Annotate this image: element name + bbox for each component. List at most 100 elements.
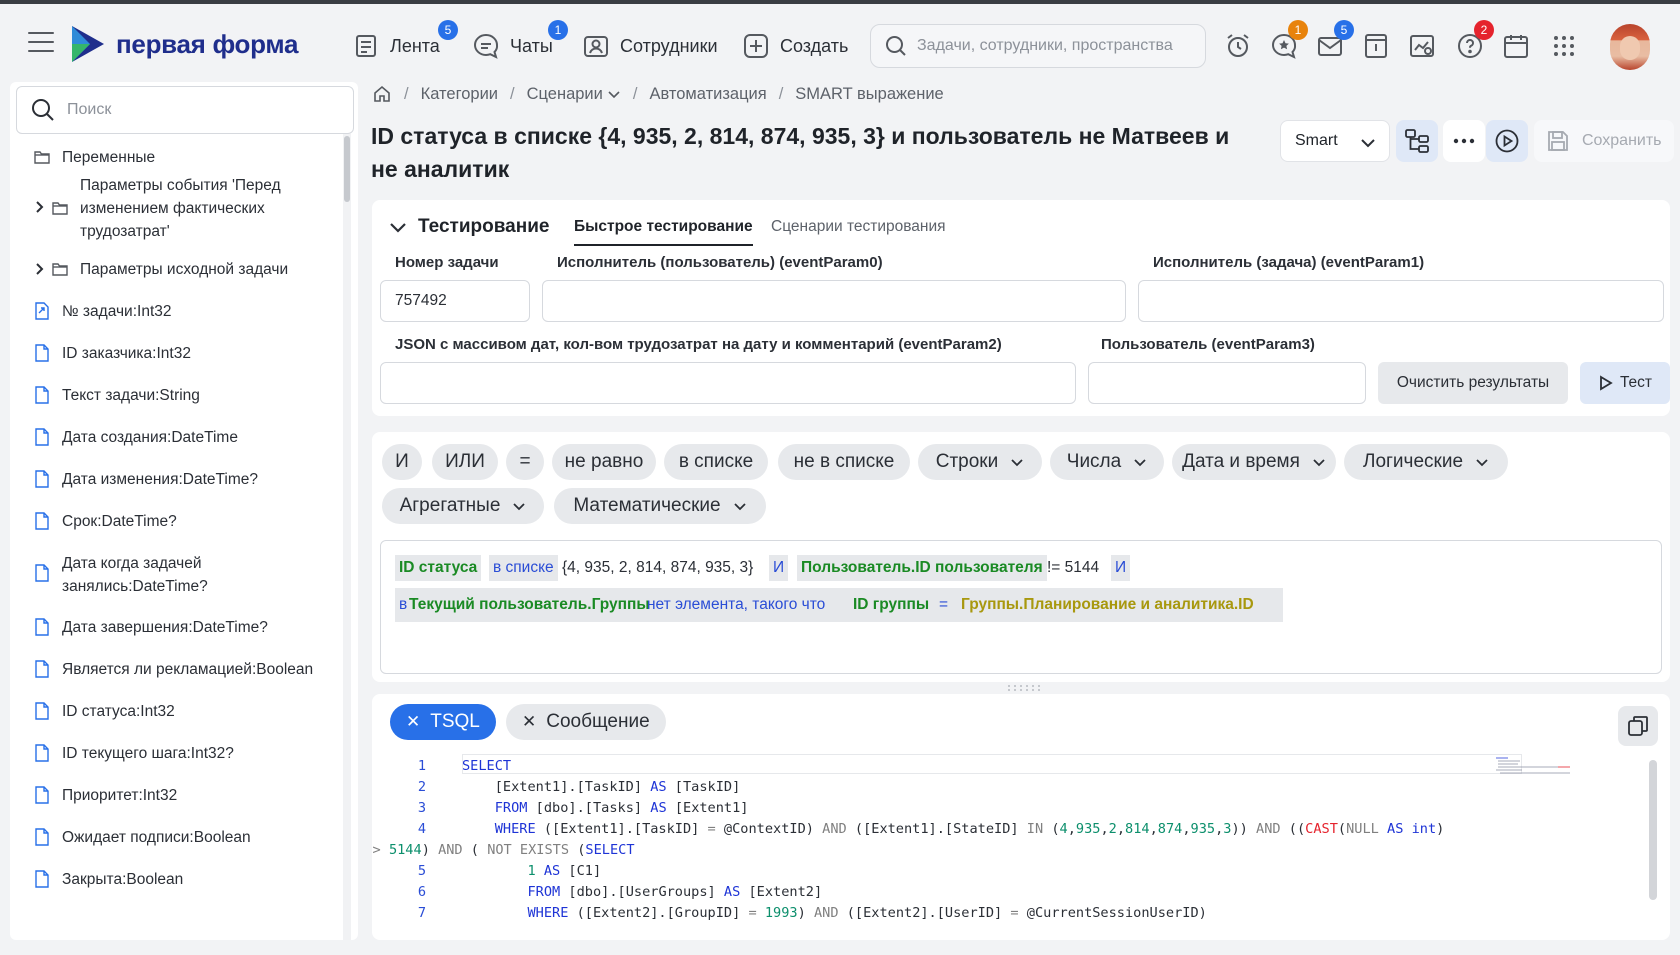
- chevron-right-icon[interactable]: [32, 262, 46, 276]
- tab-quick-testing[interactable]: Быстрое тестирование: [574, 218, 753, 246]
- sidebar-item-status-id[interactable]: ID статуса:Int32: [34, 700, 175, 723]
- json-param-input[interactable]: [380, 362, 1076, 404]
- user-param-input[interactable]: [1088, 362, 1366, 404]
- apps-grid-icon[interactable]: [1548, 30, 1580, 62]
- op-and[interactable]: И: [382, 444, 422, 480]
- op-aggregate-dropdown[interactable]: Агрегатные: [382, 488, 544, 524]
- sidebar-search-input[interactable]: [67, 101, 327, 119]
- sidebar-item-variables[interactable]: Переменные: [34, 146, 155, 169]
- save-button[interactable]: Сохранить: [1534, 120, 1674, 162]
- sidebar-item-priority[interactable]: Приоритет:Int32: [34, 784, 177, 807]
- mail-icon[interactable]: 5: [1314, 20, 1354, 62]
- sidebar-scrollbar[interactable]: [343, 134, 351, 940]
- expr-token-literal[interactable]: {4, 935, 2, 814, 874, 935, 3}: [562, 555, 753, 581]
- code-scrollbar[interactable]: [1646, 752, 1660, 940]
- document-icon: [35, 428, 49, 446]
- user-avatar[interactable]: [1610, 24, 1650, 70]
- op-in-list[interactable]: в списке: [664, 444, 768, 480]
- notice-icon[interactable]: [1360, 30, 1392, 62]
- alarm-clock-icon[interactable]: [1222, 30, 1254, 62]
- help-icon[interactable]: 2: [1454, 20, 1494, 62]
- chevron-down-icon[interactable]: [607, 87, 621, 101]
- sidebar-item-modified-date[interactable]: Дата изменения:DateTime?: [34, 468, 258, 491]
- op-equals[interactable]: =: [506, 444, 544, 480]
- expr-token-operator[interactable]: в списке: [489, 555, 558, 581]
- more-button[interactable]: [1443, 120, 1485, 162]
- sidebar-item-deadline[interactable]: Срок:DateTime?: [34, 510, 177, 533]
- expr-token-equals[interactable]: =: [935, 592, 952, 618]
- sidebar-item-source-task-params[interactable]: Параметры исходной задачи: [52, 258, 288, 281]
- expr-token-and[interactable]: И: [1111, 555, 1131, 581]
- sidebar-item-task-text[interactable]: Текст задачи:String: [34, 384, 200, 407]
- panel-resize-handle[interactable]: [1006, 684, 1044, 692]
- expr-token-operator[interactable]: нет элемента, такого что: [643, 592, 829, 618]
- run-button[interactable]: [1486, 120, 1528, 162]
- expression-input[interactable]: ID статуса в списке {4, 935, 2, 814, 874…: [380, 540, 1662, 674]
- breadcrumb-automation[interactable]: Автоматизация: [649, 85, 766, 104]
- code-minimap[interactable]: [1492, 756, 1612, 776]
- expr-token-group-ref[interactable]: Группы.Планирование и аналитика.ID: [957, 592, 1258, 618]
- op-numbers-dropdown[interactable]: Числа: [1050, 444, 1164, 480]
- folder-icon: [52, 263, 68, 276]
- calendar-icon[interactable]: [1500, 30, 1532, 62]
- sidebar-item-task-number[interactable]: № задачи:Int32: [34, 300, 172, 323]
- tab-testing-scenarios[interactable]: Сценарии тестирования: [771, 218, 946, 244]
- op-not-equal[interactable]: не равно: [552, 444, 656, 480]
- performer-task-input[interactable]: [1138, 280, 1664, 322]
- chip-tsql[interactable]: ✕ TSQL: [390, 704, 496, 740]
- chevron-right-icon[interactable]: [32, 200, 46, 214]
- sidebar-item-customer-id[interactable]: ID заказчика:Int32: [34, 342, 191, 365]
- menu-burger-icon[interactable]: [28, 32, 54, 52]
- op-datetime-dropdown[interactable]: Дата и время: [1172, 444, 1336, 480]
- expr-token-field[interactable]: Пользователь.ID пользователя: [797, 555, 1047, 581]
- sidebar-item-awaiting-signature[interactable]: Ожидает подписи:Boolean: [34, 826, 251, 849]
- task-number-input[interactable]: [380, 280, 530, 322]
- sidebar-item-closed[interactable]: Закрыта:Boolean: [34, 868, 183, 891]
- sidebar-item-created-date[interactable]: Дата создания:DateTime: [34, 426, 238, 449]
- close-icon[interactable]: ✕: [406, 712, 420, 732]
- expr-token-field[interactable]: ID группы: [849, 592, 933, 618]
- home-icon[interactable]: [372, 84, 392, 104]
- document-chart-icon[interactable]: [1406, 30, 1438, 62]
- nav-chats[interactable]: Чаты 1: [472, 20, 568, 64]
- expr-token-field[interactable]: ID статуса: [395, 555, 482, 581]
- sidebar-search[interactable]: [16, 86, 354, 134]
- clear-results-button[interactable]: Очистить результаты: [1378, 362, 1568, 404]
- performer-user-label: Исполнитель (пользователь) (eventParam0): [557, 254, 883, 271]
- expr-token-field[interactable]: Текущий пользователь.Группы: [405, 592, 654, 618]
- sidebar-item-event-params[interactable]: Параметры события 'Перед изменением факт…: [52, 174, 282, 243]
- expr-token-literal[interactable]: != 5144: [1043, 555, 1103, 581]
- testing-toggle[interactable]: Тестирование: [388, 216, 549, 238]
- folder-icon: [34, 151, 50, 164]
- nav-create[interactable]: Создать: [742, 28, 848, 64]
- tree-view-button[interactable]: [1396, 120, 1438, 162]
- op-not-in-list[interactable]: не в списке: [778, 444, 910, 480]
- chip-tsql-label: TSQL: [430, 711, 480, 732]
- nav-feed[interactable]: Лента 5: [354, 20, 458, 64]
- star-chat-icon[interactable]: 1: [1268, 20, 1308, 62]
- performer-user-input[interactable]: [542, 280, 1126, 322]
- copy-button[interactable]: [1618, 706, 1658, 746]
- chip-message[interactable]: ✕ Сообщение: [506, 704, 666, 740]
- op-or[interactable]: ИЛИ: [432, 444, 498, 480]
- expr-token-and[interactable]: И: [769, 555, 789, 581]
- sidebar-item-completed-date[interactable]: Дата завершения:DateTime?: [34, 616, 268, 639]
- close-icon[interactable]: ✕: [522, 712, 536, 732]
- breadcrumb-scenarios[interactable]: Сценарии: [527, 85, 603, 104]
- op-strings-dropdown[interactable]: Строки: [918, 444, 1042, 480]
- breadcrumb-categories[interactable]: Категории: [421, 85, 498, 104]
- global-search-input[interactable]: [917, 37, 1197, 55]
- sidebar-item-step-id[interactable]: ID текущего шага:Int32?: [34, 742, 234, 765]
- sidebar-item-taken-date[interactable]: Дата когда задачей занялись:DateTime?: [34, 552, 254, 598]
- global-search[interactable]: [870, 24, 1206, 68]
- sidebar-item-label: Дата когда задачей занялись:DateTime?: [62, 555, 208, 595]
- mode-select[interactable]: Smart: [1280, 120, 1390, 162]
- op-math-dropdown[interactable]: Математические: [554, 488, 766, 524]
- chat-icon: [474, 33, 499, 59]
- chats-badge: 1: [548, 20, 568, 40]
- nav-employees[interactable]: Сотрудники: [582, 28, 718, 64]
- op-logical-dropdown[interactable]: Логические: [1344, 444, 1508, 480]
- test-button[interactable]: Тест: [1580, 362, 1670, 404]
- sidebar-item-is-claim[interactable]: Является ли рекламацией:Boolean: [34, 658, 313, 681]
- logo[interactable]: первая форма: [70, 24, 298, 64]
